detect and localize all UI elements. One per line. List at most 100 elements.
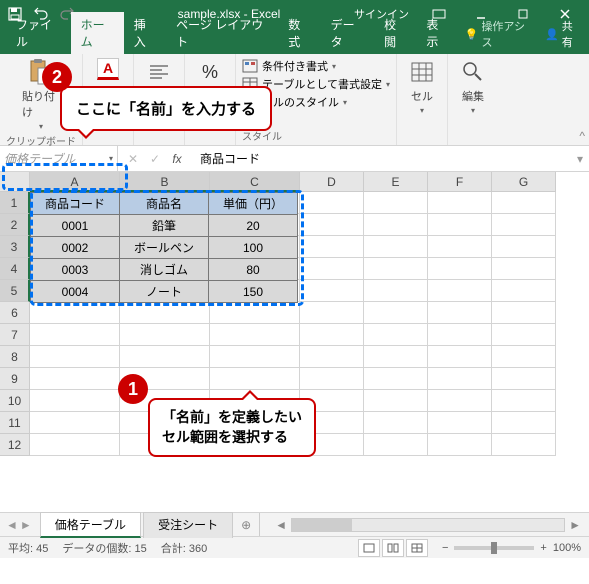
cell[interactable]	[30, 346, 120, 368]
zoom-value[interactable]: 100%	[553, 542, 581, 554]
table-cell[interactable]: ノート	[120, 281, 209, 303]
row-header[interactable]: 7	[0, 324, 30, 346]
table-cell[interactable]: 鉛筆	[120, 215, 209, 237]
fx-icon[interactable]: fx	[168, 152, 186, 166]
table-cell[interactable]: 80	[209, 259, 298, 281]
cell[interactable]	[364, 346, 428, 368]
cell[interactable]	[428, 214, 492, 236]
cell[interactable]	[30, 368, 120, 390]
ribbon-tab-数式[interactable]: 数式	[278, 12, 320, 54]
cell[interactable]	[492, 280, 556, 302]
cell[interactable]	[428, 324, 492, 346]
cell[interactable]	[364, 412, 428, 434]
row-header[interactable]: 12	[0, 434, 30, 456]
ribbon-tab-挿入[interactable]: 挿入	[124, 12, 166, 54]
table-cell[interactable]: 消しゴム	[120, 259, 209, 281]
cell[interactable]	[120, 346, 210, 368]
cell[interactable]	[364, 368, 428, 390]
expand-formula-icon[interactable]: ▾	[571, 152, 589, 166]
column-header[interactable]: C	[210, 172, 300, 192]
cells-grid[interactable]: 商品コード商品名単価（円）0001鉛筆200002ボールペン1000003消しゴ…	[30, 192, 589, 512]
scroll-left-icon[interactable]: ◄	[271, 518, 291, 532]
name-box[interactable]: ▾	[0, 146, 118, 171]
cell[interactable]	[492, 412, 556, 434]
column-header[interactable]: F	[428, 172, 492, 192]
cell[interactable]	[364, 236, 428, 258]
ribbon-tab-表示[interactable]: 表示	[416, 12, 458, 54]
cell[interactable]	[492, 192, 556, 214]
name-box-input[interactable]	[4, 152, 109, 166]
cell[interactable]	[428, 368, 492, 390]
table-cell[interactable]: 0002	[31, 237, 120, 259]
row-header[interactable]: 4	[0, 258, 30, 280]
cell[interactable]	[300, 324, 364, 346]
share-button[interactable]: 👤共有	[537, 14, 589, 54]
table-cell[interactable]: 0001	[31, 215, 120, 237]
table-header[interactable]: 商品名	[120, 193, 209, 215]
formula-input[interactable]: 商品コード	[192, 150, 571, 167]
scroll-right-icon[interactable]: ►	[565, 518, 585, 532]
cell[interactable]	[30, 412, 120, 434]
cell[interactable]	[492, 258, 556, 280]
enter-icon[interactable]: ✓	[146, 152, 164, 166]
ribbon-tab-ファイル[interactable]: ファイル	[6, 12, 71, 54]
cancel-icon[interactable]: ✕	[124, 152, 142, 166]
row-header[interactable]: 11	[0, 412, 30, 434]
cell[interactable]	[492, 346, 556, 368]
cell[interactable]	[120, 302, 210, 324]
cell[interactable]	[492, 324, 556, 346]
table-header[interactable]: 単価（円）	[209, 193, 298, 215]
table-header[interactable]: 商品コード	[31, 193, 120, 215]
conditional-formatting-button[interactable]: 条件付き書式 ▾	[242, 58, 390, 74]
cell[interactable]	[428, 346, 492, 368]
table-cell[interactable]: 100	[209, 237, 298, 259]
zoom-slider[interactable]	[454, 546, 534, 550]
column-header[interactable]: A	[30, 172, 120, 192]
normal-view-icon[interactable]	[358, 539, 380, 557]
sheet-prev-icon[interactable]: ◄	[6, 518, 18, 532]
cell[interactable]	[210, 346, 300, 368]
cell[interactable]	[428, 412, 492, 434]
table-cell[interactable]: ボールペン	[120, 237, 209, 259]
zoom-out-icon[interactable]: −	[442, 542, 448, 554]
row-header[interactable]: 2	[0, 214, 30, 236]
sheet-next-icon[interactable]: ►	[20, 518, 32, 532]
cells-button[interactable]: セル ▾	[403, 58, 441, 115]
row-header[interactable]: 3	[0, 236, 30, 258]
column-header[interactable]: E	[364, 172, 428, 192]
row-header[interactable]: 1	[0, 192, 30, 214]
sheet-tab[interactable]: 受注シート	[143, 512, 233, 538]
cell[interactable]	[30, 390, 120, 412]
cell[interactable]	[300, 280, 364, 302]
cell[interactable]	[492, 368, 556, 390]
cell[interactable]	[30, 302, 120, 324]
cell[interactable]	[210, 324, 300, 346]
cell[interactable]	[492, 434, 556, 456]
cell[interactable]	[428, 280, 492, 302]
cell[interactable]	[492, 214, 556, 236]
cell[interactable]	[428, 302, 492, 324]
cell[interactable]	[492, 236, 556, 258]
scroll-thumb[interactable]	[292, 519, 352, 531]
sheet-tab[interactable]: 価格テーブル	[40, 512, 141, 538]
cell[interactable]	[300, 214, 364, 236]
row-header[interactable]: 9	[0, 368, 30, 390]
select-all-corner[interactable]	[0, 172, 30, 192]
ribbon-tab-校閲[interactable]: 校閲	[374, 12, 416, 54]
cell[interactable]	[364, 214, 428, 236]
cell[interactable]	[364, 302, 428, 324]
cell[interactable]	[300, 302, 364, 324]
cell[interactable]	[428, 236, 492, 258]
column-header[interactable]: B	[120, 172, 210, 192]
cell[interactable]	[428, 192, 492, 214]
ribbon-tab-ホーム[interactable]: ホーム	[71, 12, 124, 54]
row-header[interactable]: 5	[0, 280, 30, 302]
table-cell[interactable]: 150	[209, 281, 298, 303]
cell[interactable]	[30, 434, 120, 456]
cell[interactable]	[364, 390, 428, 412]
cell[interactable]	[300, 192, 364, 214]
cell[interactable]	[364, 280, 428, 302]
cell[interactable]	[364, 192, 428, 214]
cell[interactable]	[492, 390, 556, 412]
column-header[interactable]: G	[492, 172, 556, 192]
